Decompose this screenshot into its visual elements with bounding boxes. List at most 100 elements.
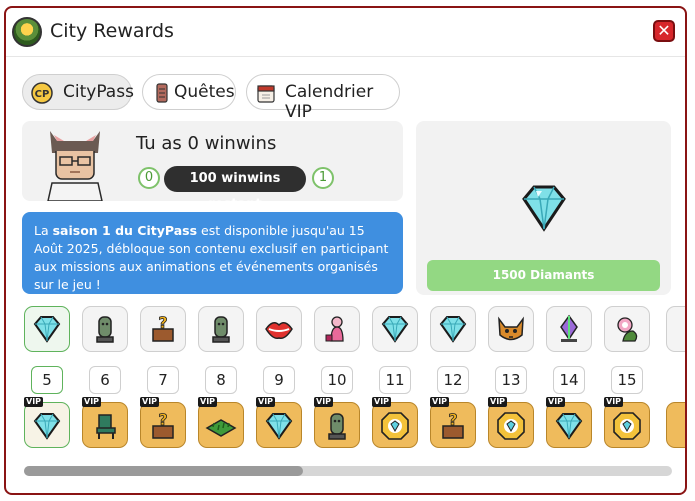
vip-reward-tile[interactable]: VIP? bbox=[140, 397, 186, 448]
vip-badge: VIP bbox=[604, 397, 624, 407]
reward-progress-bar: 1500 Diamants bbox=[427, 260, 660, 291]
coin-icon bbox=[613, 412, 641, 440]
mystery-box-icon: ? bbox=[442, 410, 464, 439]
mystery-box-icon: ? bbox=[152, 313, 174, 342]
window-title: City Rewards bbox=[50, 20, 174, 42]
close-button[interactable]: ✕ bbox=[653, 20, 675, 42]
level-number: 5 bbox=[31, 366, 63, 394]
cat-mask-icon bbox=[498, 316, 524, 341]
vip-reward-tile[interactable]: VIP bbox=[604, 397, 650, 448]
pink-figure-icon bbox=[325, 316, 344, 342]
free-reward-tile[interactable] bbox=[82, 306, 128, 352]
svg-text:?: ? bbox=[158, 313, 167, 332]
winwins-remaining-pill: 100 winwins restant bbox=[164, 166, 306, 212]
vip-reward-tile[interactable]: VIP bbox=[82, 397, 128, 448]
vip-badge: VIP bbox=[488, 397, 508, 407]
diamond-icon bbox=[33, 316, 61, 343]
vip-reward-tile[interactable]: VIP bbox=[372, 397, 418, 448]
vip-reward-tile[interactable]: VIP bbox=[256, 397, 302, 448]
diamond-icon bbox=[33, 413, 61, 440]
avatar bbox=[47, 131, 103, 201]
coin-icon bbox=[497, 412, 525, 440]
free-reward-tile[interactable] bbox=[546, 306, 592, 352]
vip-reward-tile[interactable]: VIP bbox=[198, 397, 244, 448]
vip-reward-tile[interactable]: VIP? bbox=[430, 397, 476, 448]
svg-text:CP: CP bbox=[35, 89, 50, 100]
level-number: 14 bbox=[553, 366, 585, 394]
vip-badge: VIP bbox=[546, 397, 566, 407]
level-number: 15 bbox=[611, 366, 643, 394]
vip-reward-tile[interactable]: VIP bbox=[546, 397, 592, 448]
svg-text:?: ? bbox=[448, 410, 457, 429]
mystery-box-icon: ? bbox=[152, 410, 174, 439]
tab-calendrier-vip[interactable]: Calendrier VIP bbox=[246, 74, 400, 122]
city-rewards-window: City Rewards ✕ CP CityPass Quêtes Calend… bbox=[4, 6, 687, 495]
level-number: 8 bbox=[205, 366, 237, 394]
statue-icon bbox=[328, 413, 346, 440]
vip-reward-tile[interactable] bbox=[666, 402, 685, 448]
tab-citypass-label: CityPass bbox=[63, 82, 134, 102]
coin-icon bbox=[381, 412, 409, 440]
tab-calendrier-vip-label: Calendrier VIP bbox=[285, 82, 374, 122]
tab-citypass[interactable]: CP CityPass bbox=[22, 74, 134, 110]
vip-badge: VIP bbox=[140, 397, 160, 407]
level-number: 6 bbox=[89, 366, 121, 394]
vip-reward-tile[interactable]: VIP bbox=[488, 397, 534, 448]
free-reward-tile[interactable] bbox=[604, 306, 650, 352]
current-level-badge: 0 bbox=[138, 167, 160, 189]
vip-reward-tile[interactable]: VIP bbox=[24, 397, 70, 448]
statue-icon bbox=[96, 316, 114, 343]
vip-badge: VIP bbox=[198, 397, 218, 407]
rewards-track[interactable]: 5 VIP 6 VIP? 7 VIP? 8 VIP 9 VIP 10 VIP 11 VIP 12 VIP? 13… bbox=[6, 304, 685, 459]
diamond-icon bbox=[555, 413, 583, 440]
crystal-icon bbox=[560, 314, 578, 342]
profile-panel: Tu as 0 winwins 0 100 winwins restant 1 bbox=[22, 121, 403, 212]
vip-badge: VIP bbox=[430, 397, 450, 407]
scrollbar-thumb[interactable] bbox=[24, 466, 303, 476]
level-number: 7 bbox=[147, 366, 179, 394]
level-number: 11 bbox=[379, 366, 411, 394]
level-number: 13 bbox=[495, 366, 527, 394]
season-name: saison 1 du CityPass bbox=[52, 223, 198, 238]
free-reward-tile[interactable] bbox=[256, 306, 302, 352]
free-reward-tile[interactable] bbox=[198, 306, 244, 352]
vip-badge: VIP bbox=[82, 397, 102, 407]
free-reward-tile[interactable] bbox=[430, 306, 476, 352]
diamond-icon bbox=[265, 413, 293, 440]
level-number: 9 bbox=[263, 366, 295, 394]
tab-quetes-label: Quêtes bbox=[174, 82, 235, 102]
vip-badge: VIP bbox=[372, 397, 392, 407]
statue-icon bbox=[212, 316, 230, 343]
next-level-badge: 1 bbox=[312, 167, 334, 189]
winwins-balance: Tu as 0 winwins bbox=[136, 133, 277, 154]
season-info-banner: La saison 1 du CityPass est disponible j… bbox=[22, 212, 403, 294]
grass-tile-icon bbox=[205, 419, 237, 437]
free-reward-tile[interactable] bbox=[314, 306, 360, 352]
vip-badge: VIP bbox=[24, 397, 44, 407]
level-number: 10 bbox=[321, 366, 353, 394]
citypass-icon: CP bbox=[31, 82, 53, 104]
flower-creature-icon bbox=[617, 317, 638, 342]
diamond-icon bbox=[522, 185, 566, 232]
scroll-icon bbox=[156, 83, 168, 103]
svg-text:?: ? bbox=[158, 410, 167, 429]
free-reward-tile[interactable] bbox=[488, 306, 534, 352]
free-reward-tile[interactable] bbox=[372, 306, 418, 352]
city-rewards-icon bbox=[12, 17, 42, 47]
tab-quetes[interactable]: Quêtes bbox=[142, 74, 236, 110]
vip-badge: VIP bbox=[256, 397, 276, 407]
free-reward-tile[interactable] bbox=[24, 306, 70, 352]
vip-reward-tile[interactable]: VIP bbox=[314, 397, 360, 448]
title-bar[interactable]: City Rewards ✕ bbox=[6, 8, 685, 57]
chair-icon bbox=[96, 414, 116, 439]
diamond-icon bbox=[381, 316, 409, 343]
vip-badge: VIP bbox=[314, 397, 334, 407]
calendar-icon bbox=[257, 85, 275, 103]
info-prefix: La bbox=[34, 223, 53, 238]
free-reward-tile[interactable] bbox=[666, 306, 685, 352]
level-number: 12 bbox=[437, 366, 469, 394]
diamond-icon bbox=[439, 316, 467, 343]
horizontal-scrollbar[interactable] bbox=[24, 466, 672, 476]
free-reward-tile[interactable]: ? bbox=[140, 306, 186, 352]
lips-icon bbox=[265, 322, 293, 340]
